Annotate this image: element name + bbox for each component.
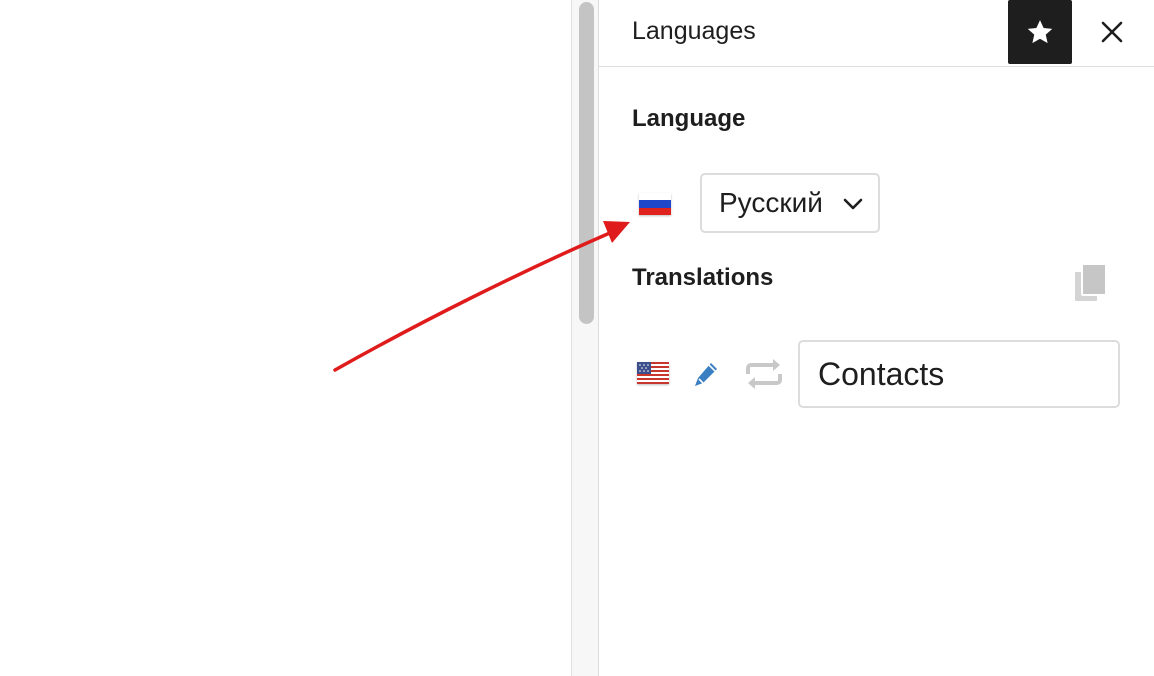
usa-flag-icon (637, 362, 669, 384)
sync-icon[interactable] (744, 357, 784, 391)
translation-input-en[interactable] (798, 340, 1120, 408)
copy-icon[interactable] (1073, 263, 1109, 303)
chevron-down-icon (843, 198, 863, 210)
language-heading: Language (632, 105, 746, 132)
pencil-icon[interactable] (693, 360, 721, 390)
scrollbar-thumb[interactable] (579, 2, 594, 324)
screen: Languages Language Русский Translations … (0, 0, 1154, 676)
russia-flag-icon (639, 193, 671, 215)
languages-panel: Languages Language Русский Translations … (599, 0, 1154, 676)
translations-heading: Translations (632, 264, 774, 291)
language-select[interactable]: Русский (700, 173, 880, 233)
panel-title: Languages (632, 17, 756, 45)
panel-header: Languages (599, 0, 1154, 67)
close-icon (1101, 21, 1123, 43)
content-area (0, 0, 571, 676)
selected-language: Русский (719, 187, 823, 218)
close-button[interactable] (1092, 12, 1132, 52)
star-icon (1027, 20, 1053, 44)
scrollbar-track[interactable] (571, 0, 599, 676)
star-button[interactable] (1008, 0, 1072, 64)
